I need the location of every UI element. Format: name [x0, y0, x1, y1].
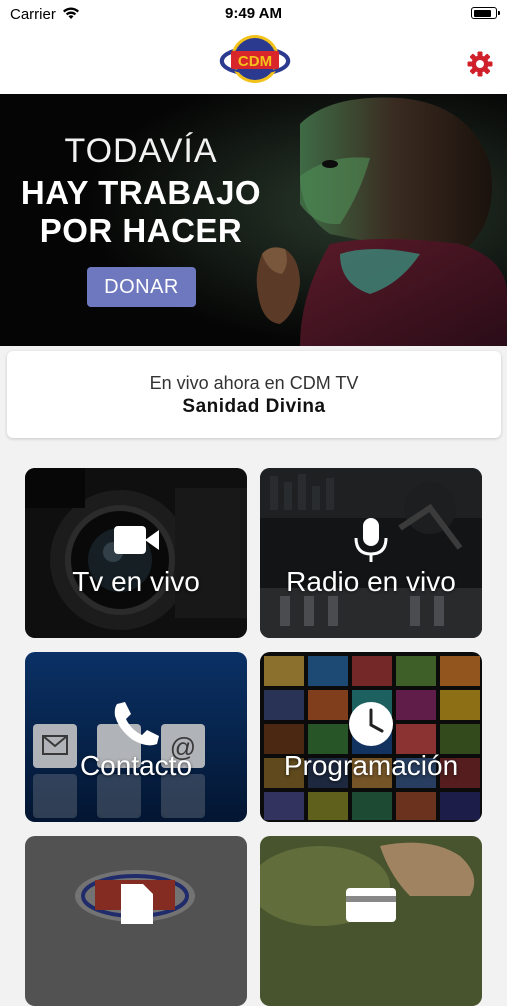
- live-program-title: Sanidad Divina: [182, 396, 326, 417]
- banner-headline-3: POR HACER: [39, 212, 243, 249]
- nav-bar: CDM: [0, 28, 507, 94]
- battery-level: [473, 9, 492, 17]
- tile-contact-label: Contacto: [79, 750, 193, 781]
- banner-headline-2: HAY TRABAJO: [20, 174, 262, 211]
- settings-gear-icon[interactable]: [466, 50, 494, 78]
- tile-radio-live-label: Radio en vivo: [286, 566, 456, 597]
- tile-programming[interactable]: Programación: [260, 652, 482, 822]
- tile-programming-label: Programación: [283, 750, 459, 781]
- tile-radio-live[interactable]: Radio en vivo: [260, 468, 482, 638]
- clock-icon: [349, 702, 393, 746]
- donate-button[interactable]: DONAR: [87, 267, 196, 307]
- donation-banner[interactable]: TODAVÍA HAY TRABAJO POR HACER DONAR: [0, 94, 507, 346]
- tile-giving[interactable]: [260, 836, 482, 1006]
- tile-tv-live-label: Tv en vivo: [72, 566, 200, 597]
- live-now-subtitle: En vivo ahora en CDM TV: [149, 373, 359, 393]
- microphone-icon: [354, 518, 388, 562]
- live-now-card[interactable]: En vivo ahora en CDM TV Sanidad Divina: [7, 351, 501, 438]
- document-icon: [121, 884, 153, 924]
- svg-text:CDM: CDM: [238, 53, 272, 70]
- banner-headline-1: TODAVÍA: [64, 132, 218, 170]
- card-icon: [346, 888, 396, 922]
- clock-time: 9:49 AM: [225, 5, 282, 22]
- status-bar: Carrier 9:49 AM: [0, 0, 507, 28]
- video-camera-icon: [114, 526, 159, 554]
- battery-icon: [471, 7, 500, 19]
- tile-contact[interactable]: @ Contacto: [25, 652, 247, 822]
- phone-icon: [114, 702, 159, 746]
- tile-tv-live[interactable]: Tv en vivo: [25, 468, 247, 638]
- tile-cdm-info[interactable]: [25, 836, 247, 1006]
- cdm-logo: CDM: [219, 35, 291, 83]
